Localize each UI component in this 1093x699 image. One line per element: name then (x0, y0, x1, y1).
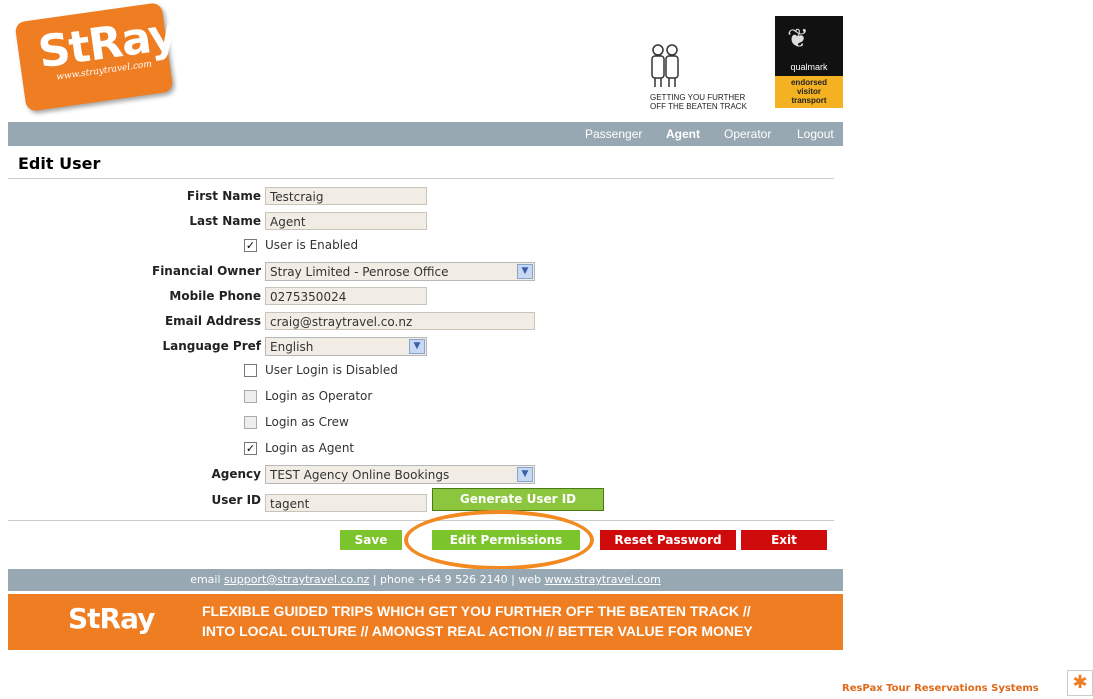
title-divider (8, 178, 834, 179)
email-field[interactable]: craig@straytravel.co.nz (265, 312, 535, 330)
travellers-icon (640, 44, 690, 88)
last-name-label: Last Name (189, 214, 261, 228)
language-select[interactable]: English ▼ (265, 337, 427, 356)
exit-button[interactable]: Exit (741, 530, 827, 550)
website-link[interactable]: www.straytravel.com (545, 573, 661, 586)
mobile-phone-label: Mobile Phone (169, 289, 261, 303)
login-crew-label: Login as Crew (265, 415, 349, 429)
login-disabled-checkbox[interactable] (244, 364, 257, 377)
user-enabled-checkbox[interactable]: ✓ (244, 239, 257, 252)
qualmark-endorsement: endorsed visitor transport (775, 76, 843, 108)
reset-password-button[interactable]: Reset Password (600, 530, 736, 550)
generate-user-id-button[interactable]: Generate User ID (432, 488, 604, 511)
agency-select[interactable]: TEST Agency Online Bookings ▼ (265, 465, 535, 484)
first-name-field[interactable]: Testcraig (265, 187, 427, 205)
chevron-down-icon[interactable]: ▼ (517, 467, 533, 482)
footer-logo: StRay (68, 602, 155, 635)
login-disabled-label: User Login is Disabled (265, 363, 398, 377)
email-label: Email Address (164, 314, 261, 328)
login-agent-label: Login as Agent (265, 441, 355, 455)
stray-logo[interactable]: StRay www.straytravel.com (8, 2, 180, 116)
financial-owner-label: Financial Owner (152, 264, 261, 278)
slogan-line-1: FLEXIBLE GUIDED TRIPS WHICH GET YOU FURT… (202, 603, 751, 619)
form-divider (8, 520, 834, 521)
chevron-down-icon[interactable]: ▼ (409, 339, 425, 354)
first-name-label: First Name (186, 189, 261, 203)
contact-email-prefix: email (190, 573, 225, 586)
contact-bar: email support@straytravel.co.nz | phone … (8, 569, 843, 591)
chevron-down-icon[interactable]: ▼ (517, 264, 533, 279)
nav-agent[interactable]: Agent (666, 127, 700, 141)
nav-logout[interactable]: Logout (797, 127, 834, 141)
login-operator-checkbox[interactable] (244, 390, 257, 403)
tagline-line-2: OFF THE BEATEN TRACK (650, 102, 747, 111)
user-id-label: User ID (211, 493, 261, 507)
agency-label: Agency (211, 467, 262, 481)
qualmark-line-2: visitor (796, 87, 821, 96)
login-agent-checkbox[interactable]: ✓ (244, 442, 257, 455)
qualmark-line-3: transport (791, 96, 827, 105)
fern-icon: ❦ (787, 24, 809, 54)
qualmark-top: ❦ qualmark (775, 16, 843, 76)
login-operator-label: Login as Operator (265, 389, 373, 403)
contact-phone: | phone +64 9 526 2140 | web (369, 573, 545, 586)
tagline: GETTING YOU FURTHER OFF THE BEATEN TRACK (650, 93, 747, 111)
nav-passenger[interactable]: Passenger (585, 127, 642, 141)
user-enabled-label: User is Enabled (265, 238, 359, 252)
nav-operator[interactable]: Operator (724, 127, 771, 141)
respax-credit[interactable]: ResPax Tour Reservations Systems (842, 683, 1039, 694)
language-value: English (270, 340, 314, 354)
login-crew-checkbox[interactable] (244, 416, 257, 429)
qualmark-name: qualmark (790, 62, 828, 72)
save-button[interactable]: Save (340, 530, 402, 550)
financial-owner-value: Stray Limited - Penrose Office (270, 265, 449, 279)
qualmark-line-1: endorsed (790, 78, 827, 87)
highlight-circle (404, 510, 594, 570)
top-nav: Passenger Agent Operator Logout (8, 122, 843, 146)
page-title: Edit User (18, 154, 101, 173)
respax-logo-icon[interactable]: ✱ (1067, 670, 1093, 696)
mobile-phone-field[interactable]: 0275350024 (265, 287, 427, 305)
last-name-field[interactable]: Agent (265, 212, 427, 230)
financial-owner-select[interactable]: Stray Limited - Penrose Office ▼ (265, 262, 535, 281)
tagline-line-1: GETTING YOU FURTHER (650, 93, 746, 102)
slogan-line-2: INTO LOCAL CULTURE // AMONGST REAL ACTIO… (202, 623, 753, 639)
user-id-field[interactable]: tagent (265, 494, 427, 512)
footer-banner: StRay FLEXIBLE GUIDED TRIPS WHICH GET YO… (8, 594, 843, 650)
agency-value: TEST Agency Online Bookings (270, 468, 450, 482)
qualmark-badge: ❦ qualmark endorsed visitor transport (775, 16, 843, 108)
footer-slogan: FLEXIBLE GUIDED TRIPS WHICH GET YOU FURT… (202, 601, 753, 641)
language-label: Language Pref (162, 339, 262, 353)
support-email-link[interactable]: support@straytravel.co.nz (224, 573, 369, 586)
